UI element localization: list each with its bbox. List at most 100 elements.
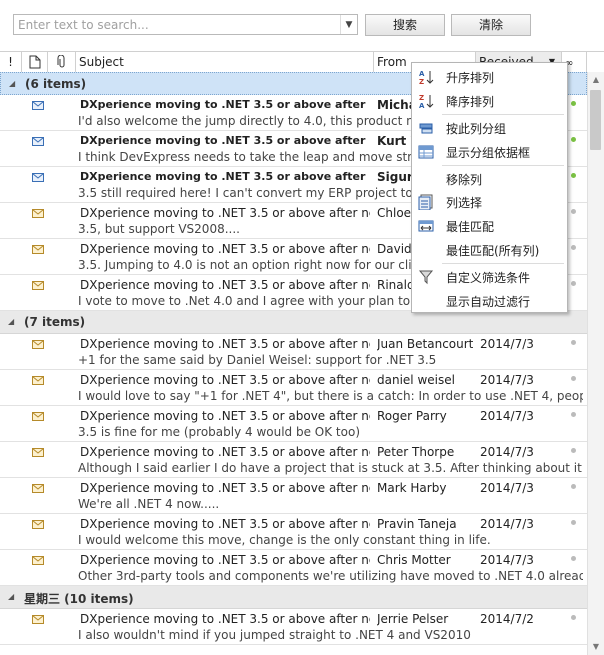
status-dot-icon[interactable] [571,520,576,525]
vertical-scrollbar[interactable]: ▲ ▼ [587,72,604,655]
search-button[interactable]: 搜索 [365,14,445,36]
message-row[interactable]: DXperience moving to .NET 3.5 or above a… [0,334,587,370]
menu-separator [442,114,564,115]
status-dot-icon[interactable] [571,173,576,178]
status-dot-icon[interactable] [571,412,576,417]
menu-item-sort-descending[interactable]: ZA 降序排列 [412,90,567,112]
message-preview: I also wouldn't mind if you jumped strai… [78,628,471,642]
svg-text:Z: Z [419,78,424,85]
menu-item-label: 移除列 [446,173,483,187]
column-chooser-icon [418,194,433,210]
message-received: 2014/7/2 [480,612,534,626]
menu-item-label: 按此列分组 [446,122,507,136]
read-mail-icon [32,448,44,457]
message-preview: +1 for the same said by Daniel Weisel: s… [78,353,437,367]
status-dot-icon[interactable] [571,101,576,106]
group-row[interactable]: ◢ (7 items) [0,311,587,334]
message-row[interactable]: DXperience moving to .NET 3.5 or above a… [0,609,587,645]
menu-item-custom-filter[interactable]: 自定义筛选条件 [412,266,567,288]
message-received: 2014/7/3 [480,517,534,531]
message-from: daniel weisel [377,373,455,387]
message-row[interactable]: DXperience moving to .NET 3.5 or above a… [0,406,587,442]
group-label: (6 items) [25,77,87,91]
read-mail-icon [32,209,44,218]
menu-item-label: 自定义筛选条件 [446,271,531,285]
sort-ascending-icon: AZ [419,70,434,85]
read-mail-icon [32,376,44,385]
message-from: Mark Harby [377,481,447,495]
svg-text:A: A [419,102,425,109]
chevron-down-icon[interactable]: ▼ [340,15,357,34]
status-dot-icon[interactable] [571,137,576,142]
message-subject: DXperience moving to .NET 3.5 or above a… [80,612,370,626]
group-label: 星期三 (10 items) [24,592,134,606]
group-box-icon [418,145,434,159]
menu-item-remove-column[interactable]: 移除列 [412,168,567,190]
menu-item-show-auto-filter-row[interactable]: 显示自动过滤行 [412,290,567,312]
menu-separator [442,263,564,264]
collapse-group-icon[interactable]: ◢ [8,317,14,326]
menu-item-group-by-column[interactable]: 按此列分组 [412,117,567,139]
scrollbar-thumb[interactable] [590,90,601,150]
message-from: Chris Motter [377,553,451,567]
message-row[interactable]: DXperience moving to .NET 3.5 or above a… [0,370,587,406]
search-input[interactable]: Enter text to search... ▼ [13,14,358,35]
importance-icon: ! [8,55,13,69]
menu-item-show-group-box[interactable]: 显示分组依据框 [412,141,567,163]
message-subject: DXperience moving to .NET 3.5 or above a… [80,373,370,387]
status-dot-icon[interactable] [571,556,576,561]
read-mail-icon [32,556,44,565]
column-header-importance[interactable]: ! [0,52,22,72]
column-header-from-label: From [377,55,407,69]
message-from: Jerrie Pelser [377,612,449,626]
message-from: Peter Thorpe [377,445,455,459]
column-header-subject[interactable]: Subject [76,52,374,72]
status-dot-icon[interactable] [571,448,576,453]
status-dot-icon[interactable] [571,615,576,620]
status-dot-icon[interactable] [571,376,576,381]
message-row[interactable]: DXperience moving to .NET 3.5 or above a… [0,442,587,478]
scroll-up-icon[interactable]: ▲ [588,72,604,88]
scroll-down-icon[interactable]: ▼ [588,639,604,655]
message-from: Pravin Taneja [377,517,457,531]
menu-item-sort-ascending[interactable]: AZ 升序排列 [412,66,567,88]
message-subject: DXperience moving to .NET 3.5 or above a… [80,409,370,423]
group-by-icon [419,123,433,134]
best-fit-icon [418,220,434,232]
read-mail-icon [32,281,44,290]
column-header-attachment[interactable] [48,52,76,72]
message-received: 2014/7/3 [480,481,534,495]
status-dot-icon[interactable] [571,484,576,489]
message-subject: DXperience moving to .NET 3.5 or above a… [80,242,370,256]
message-subject: DXperience moving to .NET 3.5 or above a… [80,170,370,183]
status-dot-icon[interactable] [571,245,576,250]
group-label: (7 items) [24,315,86,329]
status-dot-icon[interactable] [571,340,576,345]
message-subject: DXperience moving to .NET 3.5 or above a… [80,134,370,147]
collapse-group-icon[interactable]: ◢ [8,592,14,601]
menu-item-label: 显示分组依据框 [446,146,531,160]
group-row[interactable]: ◢ 星期三 (10 items) [0,586,587,609]
column-header-icon[interactable] [22,52,48,72]
clear-button[interactable]: 清除 [451,14,531,36]
status-dot-icon[interactable] [571,209,576,214]
menu-item-best-fit[interactable]: 最佳匹配 [412,215,567,237]
message-subject: DXperience moving to .NET 3.5 or above a… [80,517,370,531]
paperclip-icon [57,55,65,68]
read-mail-icon [32,484,44,493]
message-row[interactable]: DXperience moving to .NET 3.5 or above a… [0,478,587,514]
menu-item-label: 降序排列 [446,95,495,109]
document-icon [29,55,41,69]
message-received: 2014/7/3 [480,373,534,387]
message-row[interactable]: DXperience moving to .NET 3.5 or above a… [0,550,587,586]
message-preview: I would love to say "+1 for .NET 4", but… [78,389,583,403]
message-row[interactable]: DXperience moving to .NET 3.5 or above a… [0,514,587,550]
message-received: 2014/7/3 [480,409,534,423]
status-dot-icon[interactable] [571,281,576,286]
menu-item-label: 列选择 [446,196,483,210]
svg-text:A: A [419,70,425,78]
menu-item-best-fit-all[interactable]: 最佳匹配(所有列) [412,239,567,261]
menu-item-column-chooser[interactable]: 列选择 [412,191,567,213]
collapse-group-icon[interactable]: ◢ [9,79,15,88]
read-mail-icon [32,520,44,529]
